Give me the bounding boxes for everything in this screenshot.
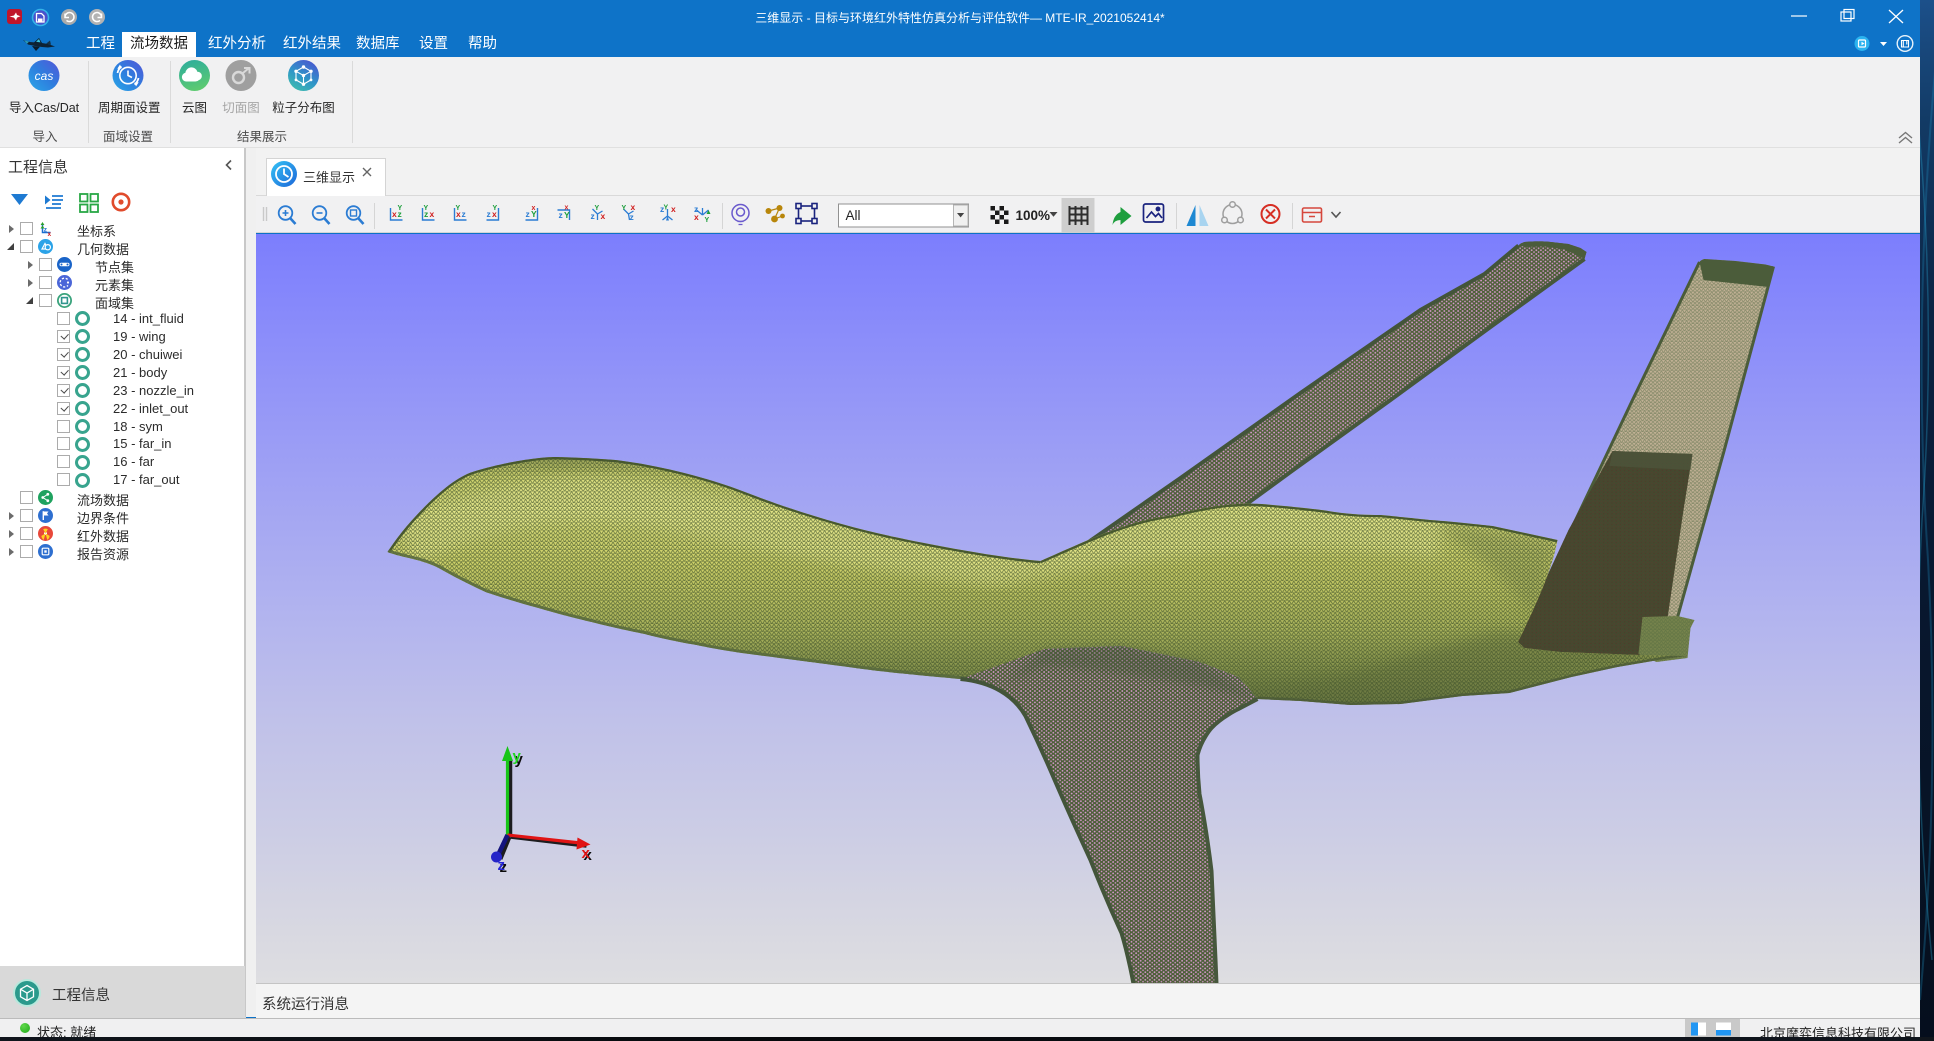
svg-text:Y: Y [705, 217, 710, 224]
svg-text:Y: Y [664, 205, 669, 212]
svg-text:x: x [694, 212, 699, 222]
svg-text:y: y [513, 748, 522, 765]
svg-text:x: x [582, 845, 591, 862]
svg-text:Y: Y [398, 205, 403, 212]
svg-text:100%: 100% [1016, 208, 1051, 223]
svg-text:z: z [498, 857, 506, 874]
svg-text:z: z [526, 209, 530, 219]
svg-text:z: z [630, 212, 634, 222]
svg-text:x: x [601, 211, 606, 221]
svg-text:z: z [487, 209, 491, 219]
svg-text:Y: Y [622, 205, 627, 212]
svg-text:Y: Y [456, 205, 461, 212]
svg-text:All: All [846, 208, 861, 223]
svg-text:z: z [559, 210, 563, 220]
svg-text:x: x [631, 202, 636, 212]
svg-text:x: x [671, 204, 676, 214]
svg-text:Y: Y [595, 205, 600, 212]
svg-text:z: z [591, 211, 595, 221]
svg-text:Y: Y [424, 205, 429, 212]
svg-text:x: x [532, 205, 536, 212]
svg-text:cas: cas [35, 69, 54, 83]
svg-text:Y: Y [493, 205, 498, 212]
svg-text:x: x [565, 205, 569, 212]
svg-text:Y: Y [564, 210, 570, 220]
svg-text:x: x [430, 209, 435, 219]
svg-text:x: x [392, 209, 397, 219]
svg-text:z: z [462, 209, 466, 219]
